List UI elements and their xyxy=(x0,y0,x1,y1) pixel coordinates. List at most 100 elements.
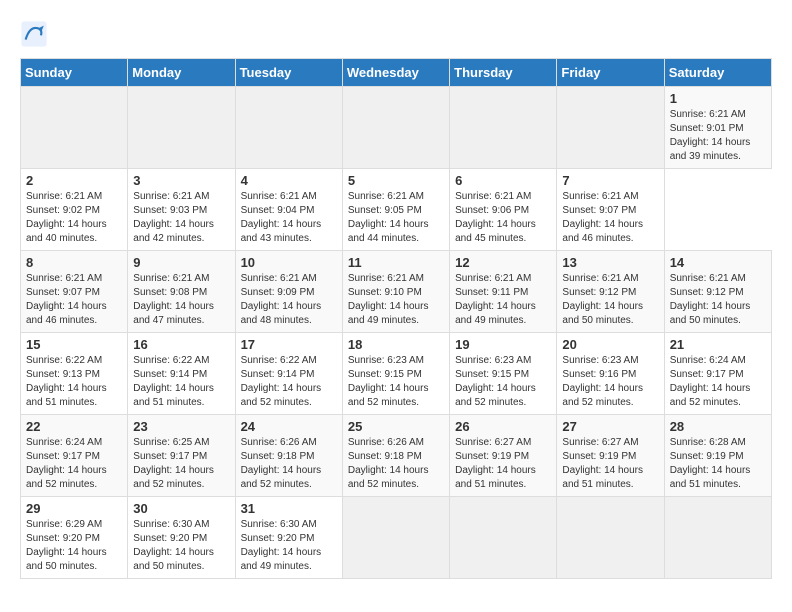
day-number: 27 xyxy=(562,419,658,434)
day-number: 28 xyxy=(670,419,766,434)
cell-info: Sunrise: 6:23 AMSunset: 9:16 PMDaylight:… xyxy=(562,355,643,408)
header-row: SundayMondayTuesdayWednesdayThursdayFrid… xyxy=(21,59,772,87)
day-cell: 26 Sunrise: 6:27 AMSunset: 9:19 PMDayligh… xyxy=(450,415,557,497)
cell-info: Sunrise: 6:21 AMSunset: 9:03 PMDaylight:… xyxy=(133,191,214,244)
day-number: 22 xyxy=(26,419,122,434)
cell-info: Sunrise: 6:21 AMSunset: 9:08 PMDaylight:… xyxy=(133,273,214,326)
day-cell xyxy=(664,497,771,579)
cell-info: Sunrise: 6:21 AMSunset: 9:01 PMDaylight:… xyxy=(670,109,751,162)
logo xyxy=(20,20,52,48)
day-cell: 9 Sunrise: 6:21 AMSunset: 9:08 PMDaylight… xyxy=(128,251,235,333)
day-number: 6 xyxy=(455,173,551,188)
day-cell: 1 Sunrise: 6:21 AMSunset: 9:01 PMDaylight… xyxy=(664,87,771,169)
day-number: 5 xyxy=(348,173,444,188)
day-number: 21 xyxy=(670,337,766,352)
day-number: 16 xyxy=(133,337,229,352)
day-cell: 28 Sunrise: 6:28 AMSunset: 9:19 PMDayligh… xyxy=(664,415,771,497)
day-number: 17 xyxy=(241,337,337,352)
empty-cell xyxy=(557,87,664,169)
day-number: 12 xyxy=(455,255,551,270)
header-friday: Friday xyxy=(557,59,664,87)
day-cell: 19 Sunrise: 6:23 AMSunset: 9:15 PMDayligh… xyxy=(450,333,557,415)
day-number: 19 xyxy=(455,337,551,352)
day-number: 29 xyxy=(26,501,122,516)
day-cell: 12 Sunrise: 6:21 AMSunset: 9:11 PMDayligh… xyxy=(450,251,557,333)
cell-info: Sunrise: 6:25 AMSunset: 9:17 PMDaylight:… xyxy=(133,437,214,490)
cell-info: Sunrise: 6:21 AMSunset: 9:06 PMDaylight:… xyxy=(455,191,536,244)
cell-info: Sunrise: 6:23 AMSunset: 9:15 PMDaylight:… xyxy=(455,355,536,408)
day-cell: 21 Sunrise: 6:24 AMSunset: 9:17 PMDayligh… xyxy=(664,333,771,415)
day-number: 9 xyxy=(133,255,229,270)
cell-info: Sunrise: 6:26 AMSunset: 9:18 PMDaylight:… xyxy=(241,437,322,490)
cell-info: Sunrise: 6:22 AMSunset: 9:14 PMDaylight:… xyxy=(133,355,214,408)
day-cell xyxy=(342,497,449,579)
day-cell: 13 Sunrise: 6:21 AMSunset: 9:12 PMDayligh… xyxy=(557,251,664,333)
cell-info: Sunrise: 6:21 AMSunset: 9:12 PMDaylight:… xyxy=(562,273,643,326)
day-number: 20 xyxy=(562,337,658,352)
day-number: 24 xyxy=(241,419,337,434)
cell-info: Sunrise: 6:23 AMSunset: 9:15 PMDaylight:… xyxy=(348,355,429,408)
day-number: 2 xyxy=(26,173,122,188)
week-row-5: 22 Sunrise: 6:24 AMSunset: 9:17 PMDayligh… xyxy=(21,415,772,497)
day-cell: 29 Sunrise: 6:29 AMSunset: 9:20 PMDayligh… xyxy=(21,497,128,579)
cell-info: Sunrise: 6:30 AMSunset: 9:20 PMDaylight:… xyxy=(241,519,322,572)
cell-info: Sunrise: 6:22 AMSunset: 9:14 PMDaylight:… xyxy=(241,355,322,408)
cell-info: Sunrise: 6:24 AMSunset: 9:17 PMDaylight:… xyxy=(26,437,107,490)
day-cell: 4Sunrise: 6:21 AMSunset: 9:04 PMDaylight… xyxy=(235,169,342,251)
week-row-6: 29 Sunrise: 6:29 AMSunset: 9:20 PMDayligh… xyxy=(21,497,772,579)
day-number: 23 xyxy=(133,419,229,434)
day-cell: 24 Sunrise: 6:26 AMSunset: 9:18 PMDayligh… xyxy=(235,415,342,497)
cell-info: Sunrise: 6:21 AMSunset: 9:02 PMDaylight:… xyxy=(26,191,107,244)
day-cell xyxy=(557,497,664,579)
day-number: 18 xyxy=(348,337,444,352)
header-tuesday: Tuesday xyxy=(235,59,342,87)
cell-info: Sunrise: 6:28 AMSunset: 9:19 PMDaylight:… xyxy=(670,437,751,490)
day-cell: 8Sunrise: 6:21 AMSunset: 9:07 PMDaylight… xyxy=(21,251,128,333)
cell-info: Sunrise: 6:29 AMSunset: 9:20 PMDaylight:… xyxy=(26,519,107,572)
day-cell: 30Sunrise: 6:30 AMSunset: 9:20 PMDayligh… xyxy=(128,497,235,579)
calendar-header: SundayMondayTuesdayWednesdayThursdayFrid… xyxy=(21,59,772,87)
day-cell: 6 Sunrise: 6:21 AMSunset: 9:06 PMDaylight… xyxy=(450,169,557,251)
cell-info: Sunrise: 6:21 AMSunset: 9:11 PMDaylight:… xyxy=(455,273,536,326)
empty-cell xyxy=(342,87,449,169)
calendar-table: SundayMondayTuesdayWednesdayThursdayFrid… xyxy=(20,58,772,579)
empty-cell xyxy=(21,87,128,169)
header-wednesday: Wednesday xyxy=(342,59,449,87)
cell-info: Sunrise: 6:21 AMSunset: 9:10 PMDaylight:… xyxy=(348,273,429,326)
header-sunday: Sunday xyxy=(21,59,128,87)
cell-info: Sunrise: 6:24 AMSunset: 9:17 PMDaylight:… xyxy=(670,355,751,408)
page-header xyxy=(20,20,772,48)
day-cell: 5 Sunrise: 6:21 AMSunset: 9:05 PMDaylight… xyxy=(342,169,449,251)
day-cell: 7Sunrise: 6:21 AMSunset: 9:07 PMDaylight… xyxy=(557,169,664,251)
header-monday: Monday xyxy=(128,59,235,87)
cell-info: Sunrise: 6:21 AMSunset: 9:07 PMDaylight:… xyxy=(562,191,643,244)
day-cell: 11Sunrise: 6:21 AMSunset: 9:10 PMDayligh… xyxy=(342,251,449,333)
cell-info: Sunrise: 6:27 AMSunset: 9:19 PMDaylight:… xyxy=(455,437,536,490)
day-number: 30 xyxy=(133,501,229,516)
day-number: 25 xyxy=(348,419,444,434)
day-cell: 18 Sunrise: 6:23 AMSunset: 9:15 PMDayligh… xyxy=(342,333,449,415)
logo-icon xyxy=(20,20,48,48)
day-number: 26 xyxy=(455,419,551,434)
day-number: 3 xyxy=(133,173,229,188)
day-number: 10 xyxy=(241,255,337,270)
cell-info: Sunrise: 6:22 AMSunset: 9:13 PMDaylight:… xyxy=(26,355,107,408)
day-cell: 22 Sunrise: 6:24 AMSunset: 9:17 PMDayligh… xyxy=(21,415,128,497)
day-cell: 17 Sunrise: 6:22 AMSunset: 9:14 PMDayligh… xyxy=(235,333,342,415)
day-cell: 25Sunrise: 6:26 AMSunset: 9:18 PMDayligh… xyxy=(342,415,449,497)
empty-cell xyxy=(128,87,235,169)
calendar-body: 1 Sunrise: 6:21 AMSunset: 9:01 PMDaylight… xyxy=(21,87,772,579)
day-number: 1 xyxy=(670,91,766,106)
day-cell: 27Sunrise: 6:27 AMSunset: 9:19 PMDayligh… xyxy=(557,415,664,497)
header-thursday: Thursday xyxy=(450,59,557,87)
day-cell: 20 Sunrise: 6:23 AMSunset: 9:16 PMDayligh… xyxy=(557,333,664,415)
day-cell: 3 Sunrise: 6:21 AMSunset: 9:03 PMDaylight… xyxy=(128,169,235,251)
week-row-4: 15Sunrise: 6:22 AMSunset: 9:13 PMDayligh… xyxy=(21,333,772,415)
day-cell: 31Sunrise: 6:30 AMSunset: 9:20 PMDayligh… xyxy=(235,497,342,579)
day-cell: 2 Sunrise: 6:21 AMSunset: 9:02 PMDaylight… xyxy=(21,169,128,251)
day-number: 13 xyxy=(562,255,658,270)
cell-info: Sunrise: 6:21 AMSunset: 9:05 PMDaylight:… xyxy=(348,191,429,244)
cell-info: Sunrise: 6:21 AMSunset: 9:04 PMDaylight:… xyxy=(241,191,322,244)
week-row-2: 2 Sunrise: 6:21 AMSunset: 9:02 PMDaylight… xyxy=(21,169,772,251)
day-cell: 14Sunrise: 6:21 AMSunset: 9:12 PMDayligh… xyxy=(664,251,771,333)
